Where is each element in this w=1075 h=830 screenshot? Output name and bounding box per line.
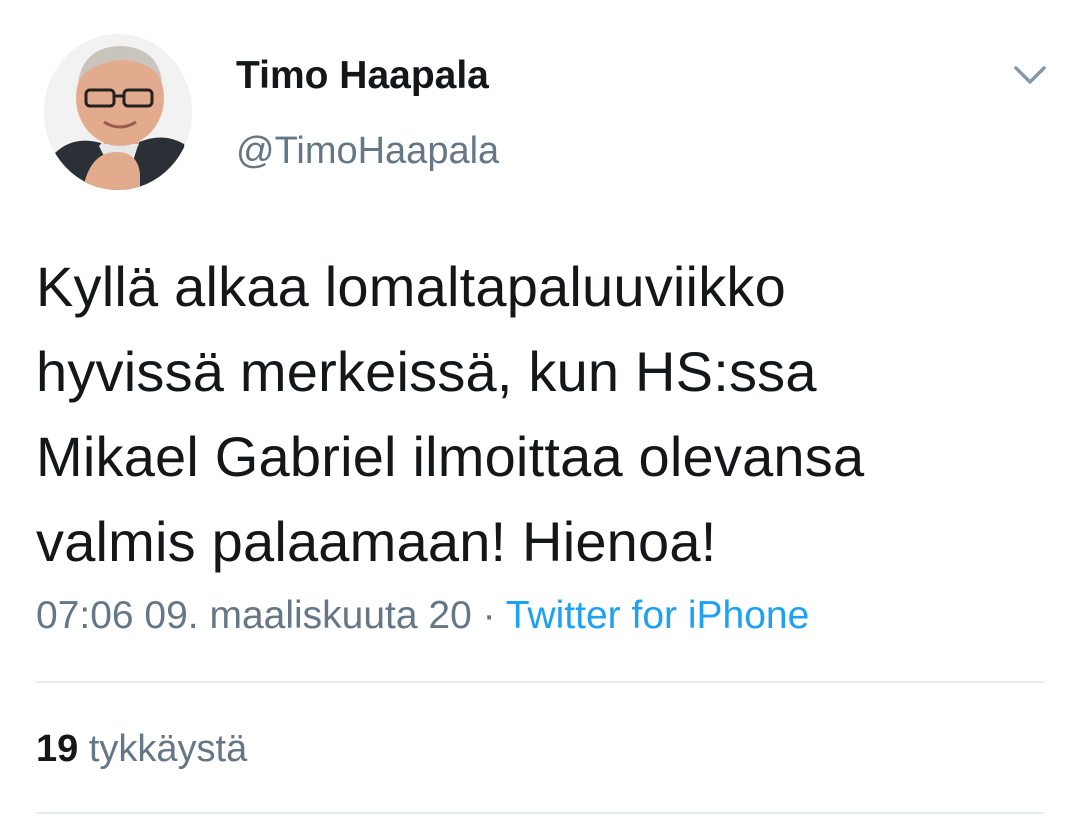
divider xyxy=(36,681,1044,683)
meta-separator: · xyxy=(482,594,496,637)
divider xyxy=(36,812,1044,814)
tweet-text-line: Kyllä alkaa lomaltapaluuviikko xyxy=(36,255,786,318)
avatar[interactable] xyxy=(44,34,192,190)
likes-count: 19 xyxy=(36,728,79,770)
tweet-text-line: valmis palaamaan! Hienoa! xyxy=(36,510,717,573)
author-display-name[interactable]: Timo Haapala xyxy=(236,54,489,98)
likes-label: tykkäystä xyxy=(88,728,248,770)
tweet-text-line: hyvissä merkeissä, kun HS:ssa xyxy=(36,340,817,403)
tweet-text: Kyllä alkaa lomaltapaluuviikko hyvissä m… xyxy=(36,244,1046,584)
author-handle[interactable]: @TimoHaapala xyxy=(236,130,499,173)
chevron-down-icon[interactable] xyxy=(1010,60,1050,90)
tweet-text-line: Mikael Gabriel ilmoittaa olevansa xyxy=(36,425,865,488)
tweet-timestamp[interactable]: 07:06 09. maaliskuuta 20 xyxy=(36,594,472,637)
tweet-source-link[interactable]: Twitter for iPhone xyxy=(506,594,809,637)
avatar-photo xyxy=(44,34,192,190)
likes-stat[interactable]: 19 tykkäystä xyxy=(36,728,247,771)
tweet-meta: 07:06 09. maaliskuuta 20 · Twitter for i… xyxy=(36,594,809,638)
